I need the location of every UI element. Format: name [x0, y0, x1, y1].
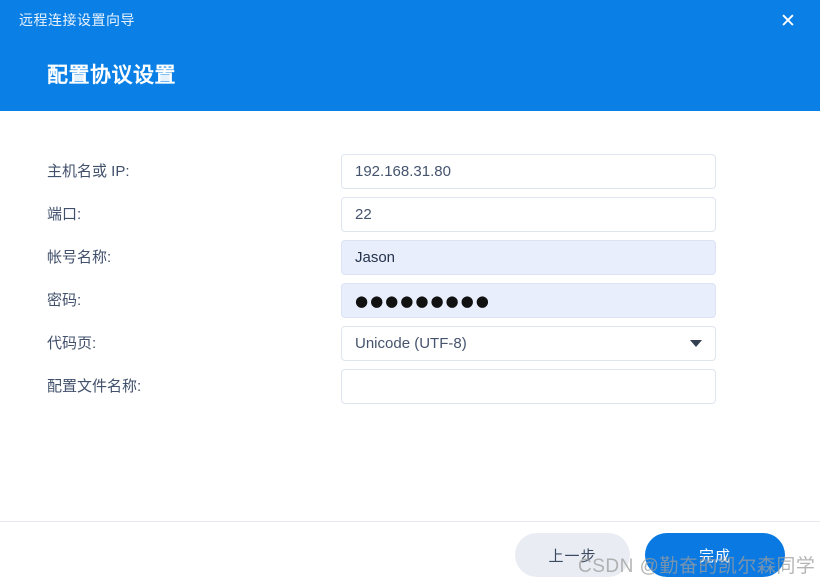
label-profile-name: 配置文件名称:: [47, 378, 142, 395]
account-input[interactable]: [341, 240, 716, 275]
dialog-header: 远程连接设置向导 ✕ 配置协议设置: [0, 0, 820, 111]
label-port: 端口:: [47, 206, 82, 223]
close-icon[interactable]: ✕: [776, 9, 800, 33]
form-row-password: 密码:: [0, 283, 820, 318]
port-input[interactable]: [341, 197, 716, 232]
password-input[interactable]: [341, 283, 716, 318]
label-account: 帐号名称:: [47, 249, 112, 266]
page-title: 配置协议设置: [47, 64, 176, 87]
codepage-select[interactable]: [341, 326, 716, 361]
form-row-account: 帐号名称:: [0, 240, 820, 275]
label-codepage: 代码页:: [47, 335, 97, 352]
profile-name-input[interactable]: [341, 369, 716, 404]
dialog-body: 主机名或 IP: 端口: 帐号名称: 密码: 代码页:: [0, 111, 820, 584]
host-input[interactable]: [341, 154, 716, 189]
back-button[interactable]: 上一步: [515, 533, 630, 577]
label-password: 密码:: [47, 292, 82, 309]
form-row-profile-name: 配置文件名称:: [0, 369, 820, 404]
codepage-select-value[interactable]: [341, 326, 716, 361]
dialog-footer: 上一步 完成: [0, 522, 820, 584]
window-title: 远程连接设置向导: [19, 12, 135, 28]
label-host: 主机名或 IP:: [47, 163, 130, 180]
form-row-host: 主机名或 IP:: [0, 154, 820, 189]
remote-connection-wizard-dialog: 远程连接设置向导 ✕ 配置协议设置 主机名或 IP: 端口: 帐号名称:: [0, 0, 820, 584]
form-row-port: 端口:: [0, 197, 820, 232]
finish-button[interactable]: 完成: [645, 533, 785, 577]
form-row-codepage: 代码页:: [0, 326, 820, 361]
